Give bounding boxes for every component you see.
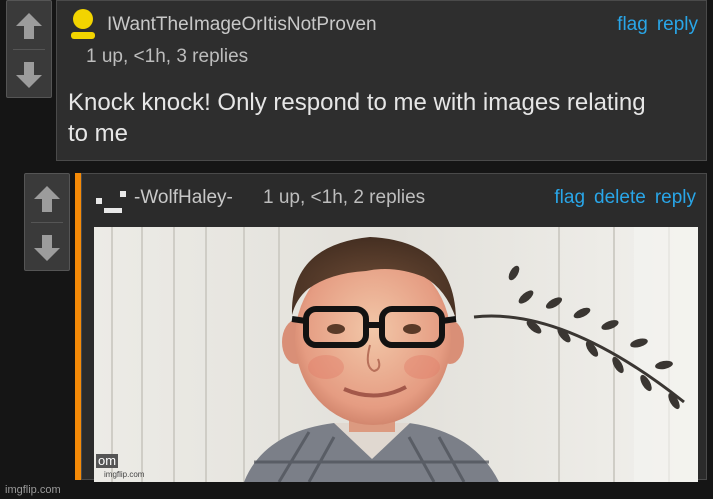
footer-watermark: imgflip.com — [5, 484, 61, 496]
flag-link-2[interactable]: flag — [554, 187, 585, 209]
upvote-button-1[interactable] — [7, 5, 51, 47]
arrow-up-icon — [34, 186, 60, 212]
comment-1-username[interactable]: IWantTheImageOrItisNotProven — [107, 14, 377, 36]
comment-2-actions: flag delete reply — [554, 187, 696, 209]
reply-link-1[interactable]: reply — [657, 14, 698, 36]
downvote-button-1[interactable] — [7, 54, 51, 96]
arrow-down-icon — [34, 235, 60, 261]
downvote-button-2[interactable] — [25, 227, 69, 269]
comment-2-username[interactable]: -WolfHaley- — [134, 187, 233, 209]
comment-1-body: Knock knock! Only respond to me with ima… — [68, 89, 646, 147]
arrow-up-icon — [16, 13, 42, 39]
delete-link-2[interactable]: delete — [594, 187, 646, 209]
comment-1-actions: flag reply — [617, 14, 698, 36]
vote-box-2 — [24, 173, 70, 271]
image-watermark: om — [96, 453, 119, 468]
reply-image[interactable]: om imgflip.com — [94, 227, 698, 482]
comment-2-meta: 1 up, <1h, 2 replies — [263, 187, 426, 208]
comment-1-meta: 1 up, <1h, 3 replies — [86, 46, 249, 67]
vote-box-1 — [6, 0, 52, 98]
comment-1: IWantTheImageOrItisNotProven flag reply … — [56, 0, 707, 161]
image-watermark-small: imgflip.com — [104, 470, 145, 479]
flag-link-1[interactable]: flag — [617, 14, 648, 36]
arrow-down-icon — [16, 62, 42, 88]
comment-2: -WolfHaley- 1 up, <1h, 2 replies flag de… — [81, 173, 707, 482]
avatar-icon — [96, 191, 126, 213]
upvote-button-2[interactable] — [25, 178, 69, 220]
reply-link-2[interactable]: reply — [655, 187, 696, 209]
avatar-icon — [71, 9, 95, 39]
